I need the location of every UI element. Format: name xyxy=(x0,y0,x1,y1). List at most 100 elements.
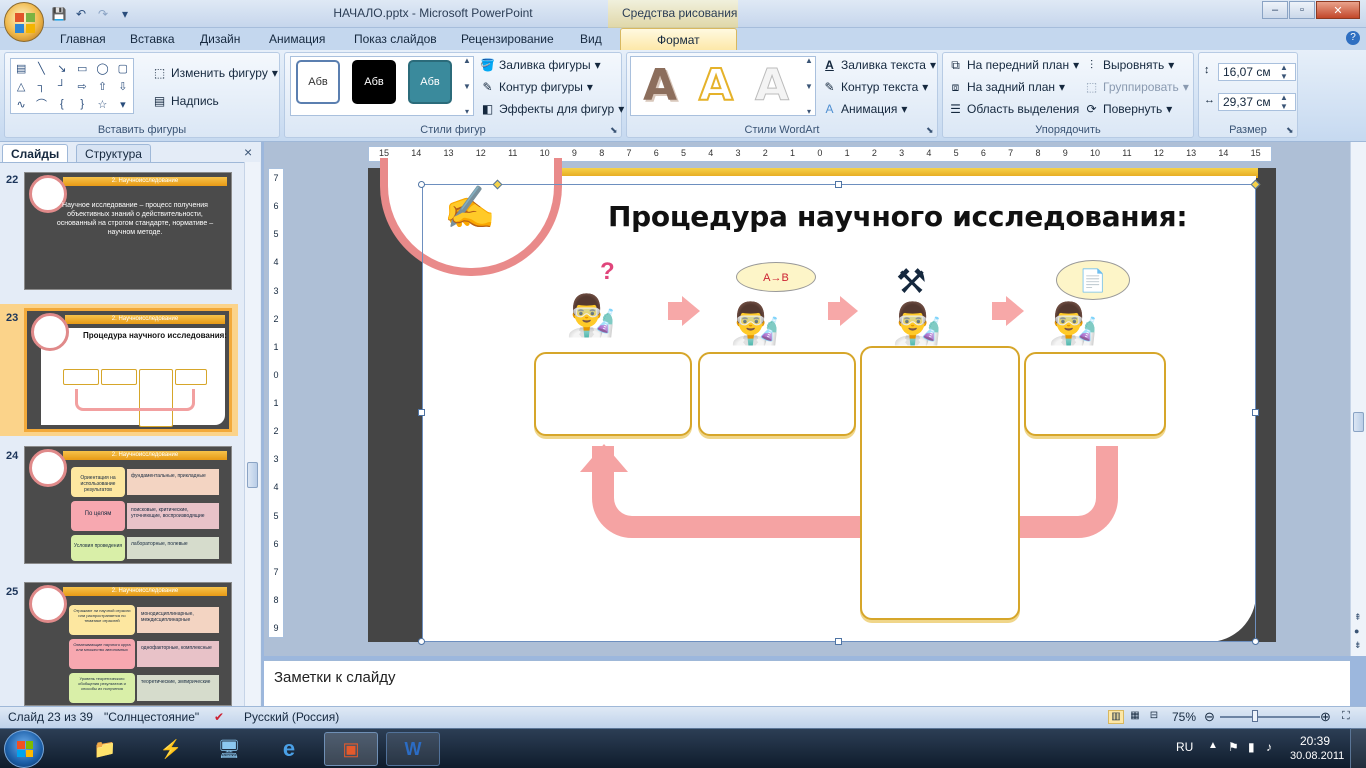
elbow-connector-icon[interactable]: ┘ xyxy=(52,80,72,92)
text-outline-button[interactable]: ✎ Контур текста ▾ xyxy=(822,80,928,94)
shapes-gallery[interactable]: ▤ ╲ ↘ ▭ ◯ ▢ △ ┐ ┘ ⇨ ⇧ ⇩ ∿ ⌒{} ☆ ▾ xyxy=(10,58,134,114)
gallery-more-icon[interactable]: ▾ xyxy=(460,107,474,116)
tab-animation[interactable]: Анимация xyxy=(269,32,325,46)
slide-thumbnail[interactable]: 2. Научноисследование Отражают ли научно… xyxy=(24,582,232,706)
slideshow-icon[interactable]: ⊟ xyxy=(1146,710,1162,724)
dialog-launcher-icon[interactable]: ⬊ xyxy=(1286,125,1294,136)
network-icon[interactable]: ⚑ xyxy=(1228,740,1239,754)
selection-pane-button[interactable]: ☰ Область выделения xyxy=(948,102,1079,116)
triangle-shape-icon[interactable]: △ xyxy=(11,80,31,93)
word-taskbar-icon[interactable]: W xyxy=(386,732,440,766)
wordart-style-1[interactable]: A xyxy=(636,60,684,111)
resize-handle[interactable] xyxy=(418,181,425,188)
tab-slideshow[interactable]: Показ слайдов xyxy=(354,32,437,46)
height-spinner-icon[interactable]: ▲ ▼ xyxy=(1280,63,1288,81)
resize-handle[interactable] xyxy=(1252,638,1259,645)
step-box-4[interactable] xyxy=(1024,352,1166,436)
text-fill-button[interactable]: A Заливка текста ▾ xyxy=(822,58,936,72)
change-shape-button[interactable]: ⬚ Изменить фигуру ▾ xyxy=(152,66,278,80)
maximize-button[interactable]: ▫ xyxy=(1289,1,1315,19)
tab-review[interactable]: Рецензирование xyxy=(461,32,554,46)
tab-view[interactable]: Вид xyxy=(580,32,602,46)
fit-to-window-icon[interactable]: ⛶ xyxy=(1342,710,1350,723)
align-button[interactable]: ⫶ Выровнять ▾ xyxy=(1084,58,1174,73)
style-swatch-outline[interactable]: Абв xyxy=(296,60,340,104)
textbox-shape-icon[interactable]: ▤ xyxy=(11,62,31,75)
monitor-taskbar-icon[interactable]: 🖥 xyxy=(202,732,256,766)
bring-front-button[interactable]: ⧉ На передний план ▾ xyxy=(948,58,1079,73)
office-button[interactable] xyxy=(4,2,44,42)
scroll-thumb[interactable] xyxy=(247,462,258,488)
textbox-button[interactable]: ▤ Надпись xyxy=(152,94,219,108)
clock-date[interactable]: 30.08.2011 xyxy=(1290,750,1344,762)
tray-expand-icon[interactable]: ▲ xyxy=(1208,740,1218,751)
text-animation-button[interactable]: A Анимация ▾ xyxy=(822,102,907,116)
resize-handle[interactable] xyxy=(1252,409,1259,416)
slide-sorter-icon[interactable]: ▦ xyxy=(1127,710,1143,724)
tab-home[interactable]: Главная xyxy=(60,32,106,46)
volume-icon[interactable]: ♪ xyxy=(1266,740,1272,754)
zoom-slider[interactable] xyxy=(1220,716,1320,718)
tab-design[interactable]: Дизайн xyxy=(200,32,240,46)
select-browse-icon[interactable]: ● xyxy=(1354,626,1359,636)
scroll-down-icon[interactable]: ▼ xyxy=(802,82,816,91)
width-spinner-icon[interactable]: ▲ ▼ xyxy=(1280,93,1288,111)
zoom-in-icon[interactable]: ⊕ xyxy=(1320,709,1331,725)
ie-taskbar-icon[interactable]: e xyxy=(262,732,316,766)
slide-scrollbar[interactable]: ⇞ ● ⇟ xyxy=(1350,142,1366,656)
brace-left-icon[interactable]: { xyxy=(52,98,72,110)
brace-right-icon[interactable]: } xyxy=(72,98,92,110)
normal-view-icon[interactable]: ▥ xyxy=(1108,710,1124,724)
step-box-2[interactable] xyxy=(698,352,856,436)
wordart-gallery-scroll[interactable]: ▲ ▼ ▾ xyxy=(802,56,816,116)
minimize-button[interactable]: – xyxy=(1262,1,1288,19)
rectangle-shape-icon[interactable]: ▭ xyxy=(72,62,92,75)
style-swatch-black[interactable]: Абв xyxy=(352,60,396,104)
zoom-out-icon[interactable]: ⊖ xyxy=(1204,709,1215,725)
gallery-scroll[interactable]: ▲ ▼ ▾ xyxy=(460,56,474,116)
oval-shape-icon[interactable]: ◯ xyxy=(92,62,112,75)
scroll-thumb[interactable] xyxy=(1353,412,1364,432)
arrow-right-icon[interactable]: ⇨ xyxy=(72,80,92,93)
notes-area[interactable]: Заметки к слайду xyxy=(264,660,1350,706)
zoom-slider-thumb[interactable] xyxy=(1252,710,1258,722)
arrow-down-icon[interactable]: ⇩ xyxy=(113,80,133,93)
close-button[interactable]: ✕ xyxy=(1316,1,1360,19)
dialog-launcher-icon[interactable]: ⬊ xyxy=(610,125,618,136)
arrow-up-icon[interactable]: ⇧ xyxy=(92,80,112,93)
theme-name[interactable]: "Солнцестояние" xyxy=(104,710,199,724)
thumbnails-scrollbar[interactable] xyxy=(244,162,260,706)
resize-handle[interactable] xyxy=(418,409,425,416)
elbow-connector-icon[interactable]: ┐ xyxy=(31,80,51,92)
feedback-loop-arrow[interactable] xyxy=(592,446,1118,538)
tab-format[interactable]: Формат xyxy=(620,28,737,51)
send-back-button[interactable]: ⧈ На задний план ▾ xyxy=(948,80,1065,95)
start-button[interactable] xyxy=(4,730,44,768)
clock-time[interactable]: 20:39 xyxy=(1300,734,1330,748)
slide-thumbnail-selected[interactable]: 2. Научноисследование Процедура научного… xyxy=(24,308,232,432)
app-taskbar-icon[interactable]: ⚡ xyxy=(144,732,198,766)
rounded-rect-icon[interactable]: ▢ xyxy=(113,62,133,75)
language-indicator[interactable]: Русский (Россия) xyxy=(244,710,339,724)
step-box-1[interactable] xyxy=(534,352,692,436)
input-language[interactable]: RU xyxy=(1176,740,1193,754)
help-icon[interactable]: ? xyxy=(1346,31,1360,45)
spellcheck-icon[interactable]: ✔ xyxy=(214,710,224,724)
wordart-style-2[interactable]: A xyxy=(692,59,740,112)
powerpoint-taskbar-icon[interactable]: ▣ xyxy=(324,732,378,766)
shape-fill-button[interactable]: 🪣 Заливка фигуры ▾ xyxy=(480,58,601,72)
prev-slide-icon[interactable]: ⇞ xyxy=(1354,612,1362,622)
arc-icon[interactable]: ⌒ xyxy=(31,96,51,112)
scroll-up-icon[interactable]: ▲ xyxy=(802,56,816,65)
close-pane-icon[interactable]: × xyxy=(244,144,252,160)
show-desktop-button[interactable] xyxy=(1350,728,1366,768)
next-slide-icon[interactable]: ⇟ xyxy=(1354,640,1362,650)
rotate-button[interactable]: ⟳ Повернуть ▾ xyxy=(1084,102,1172,116)
slide-title[interactable]: Процедура научного исследования: xyxy=(608,200,1208,233)
shape-outline-button[interactable]: ✎ Контур фигуры ▾ xyxy=(480,80,592,94)
tab-insert[interactable]: Вставка xyxy=(130,32,175,46)
scroll-down-icon[interactable]: ▼ xyxy=(460,82,474,91)
resize-handle[interactable] xyxy=(835,638,842,645)
curve-icon[interactable]: ∿ xyxy=(11,98,31,111)
arrow-line-icon[interactable]: ↘ xyxy=(52,62,72,75)
